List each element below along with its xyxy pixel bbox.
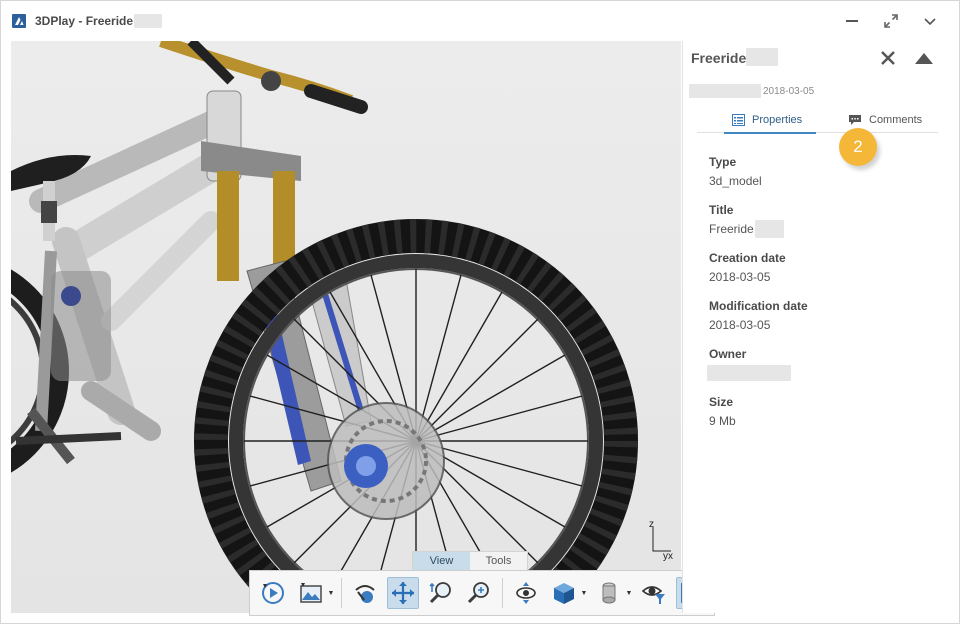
property-type: Type 3d_model <box>709 155 939 189</box>
axis-yx-label: yx <box>663 551 673 561</box>
background-image-icon <box>300 583 322 603</box>
menu-button[interactable] <box>920 11 940 31</box>
property-value: 9 Mb <box>709 413 939 429</box>
tab-view[interactable]: View <box>413 552 470 571</box>
redacted-owner <box>689 84 761 98</box>
property-label: Title <box>709 203 734 217</box>
properties-list-icon <box>732 114 745 126</box>
3d-viewer[interactable]: z yx <box>11 41 681 613</box>
cube-render-icon <box>554 583 574 604</box>
property-label: Owner <box>709 347 747 361</box>
panel-tabs: Properties Comments <box>697 107 938 134</box>
property-label: Modification date <box>709 299 808 313</box>
tab-comments-label: Comments <box>869 114 923 126</box>
callout-badge-2: 2 <box>839 128 877 166</box>
cube-render-button[interactable] <box>548 577 580 609</box>
property-value <box>707 365 939 381</box>
section-options-caret[interactable]: ▼ <box>625 577 633 609</box>
properties-panel: Freeride 2018-03-05 Properties Comments … <box>682 41 959 613</box>
zoom-to-button[interactable] <box>425 577 457 609</box>
pan-icon <box>392 582 414 604</box>
comment-icon <box>849 115 861 125</box>
toolbar-separator <box>502 578 503 608</box>
property-label: Type <box>709 155 737 169</box>
render-options-caret[interactable]: ▼ <box>580 577 588 609</box>
expand-icon <box>884 14 898 28</box>
property-value-text: 2018-03-05 <box>709 270 771 284</box>
property-label: Creation date <box>709 251 786 265</box>
title-bar: 3DPlay - Freeride <box>1 1 959 41</box>
panel-date: 2018-03-05 <box>763 85 815 97</box>
minimize-button[interactable] <box>842 11 862 31</box>
redacted-name <box>134 13 163 28</box>
tab-tools[interactable]: Tools <box>470 552 527 571</box>
property-value: Freeride <box>709 220 939 238</box>
bike-model-render[interactable] <box>11 41 681 613</box>
expand-button[interactable] <box>881 11 901 31</box>
handlebar <box>159 41 368 114</box>
section-cylinder-button[interactable] <box>593 577 625 609</box>
property-value: 2018-03-05 <box>709 317 939 333</box>
tab-properties-label: Properties <box>752 114 803 126</box>
rotate-button[interactable] <box>349 577 381 609</box>
app-window: 3DPlay - Freeride z yx View Tools ▼ ▼ ▼ … <box>0 0 960 624</box>
property-modification-date: Modification date 2018-03-05 <box>709 299 939 333</box>
zoom-to-icon <box>429 582 451 604</box>
zoom-button[interactable] <box>463 577 495 609</box>
close-icon[interactable] <box>879 49 897 67</box>
axis-indicator: z yx <box>649 521 673 561</box>
property-value-text: 2018-03-05 <box>709 318 771 332</box>
background-options-caret[interactable]: ▼ <box>327 577 335 609</box>
toolbar-tabs: View Tools <box>412 551 528 571</box>
redacted-owner <box>707 365 791 381</box>
panel-title-text: Freeride <box>691 50 747 66</box>
property-owner: Owner <box>707 347 939 381</box>
pan-button[interactable] <box>387 577 419 609</box>
property-title: Title Freeride <box>709 203 939 238</box>
viewer-toolbar: ▼ ▼ ▼ <box>249 570 715 616</box>
collapse-up-icon[interactable] <box>914 51 934 65</box>
zoom-icon <box>467 582 489 604</box>
view-orbit-icon <box>516 582 536 604</box>
visibility-filter-icon <box>641 586 665 604</box>
property-value: 3d_model <box>709 173 939 189</box>
property-size: Size 9 Mb <box>709 395 939 429</box>
bike-seat <box>11 155 91 241</box>
property-value-text: 3d_model <box>709 174 762 188</box>
property-value: 2018-03-05 <box>709 269 939 285</box>
toolbar-separator <box>341 578 342 608</box>
property-value-text: 9 Mb <box>709 414 736 428</box>
minimize-icon <box>846 20 858 22</box>
view-orbit-button[interactable] <box>510 577 542 609</box>
visibility-filter-button[interactable] <box>638 577 670 609</box>
redacted-name <box>754 220 784 238</box>
property-label: Size <box>709 395 734 409</box>
tab-properties[interactable]: Properties <box>724 107 816 134</box>
axis-z-label: z <box>649 521 654 530</box>
property-creation-date: Creation date 2018-03-05 <box>709 251 939 285</box>
window-title-text: 3DPlay - Freeride <box>35 14 134 28</box>
background-image-button[interactable] <box>295 577 327 609</box>
app-logo-icon <box>12 14 26 28</box>
properties-list: Type 3d_model Title Freeride Creation da… <box>707 155 939 443</box>
play-animation-icon <box>262 582 284 604</box>
panel-meta: 2018-03-05 <box>689 84 814 98</box>
property-value-text: Freeride <box>709 222 754 236</box>
play-animation-button[interactable] <box>257 577 289 609</box>
section-cylinder-icon <box>602 582 616 604</box>
panel-title: Freeride <box>691 48 779 68</box>
chevron-down-icon <box>924 18 936 26</box>
rotate-icon <box>355 585 375 603</box>
window-title: 3DPlay - Freeride <box>35 13 163 29</box>
redacted-name <box>746 48 779 67</box>
